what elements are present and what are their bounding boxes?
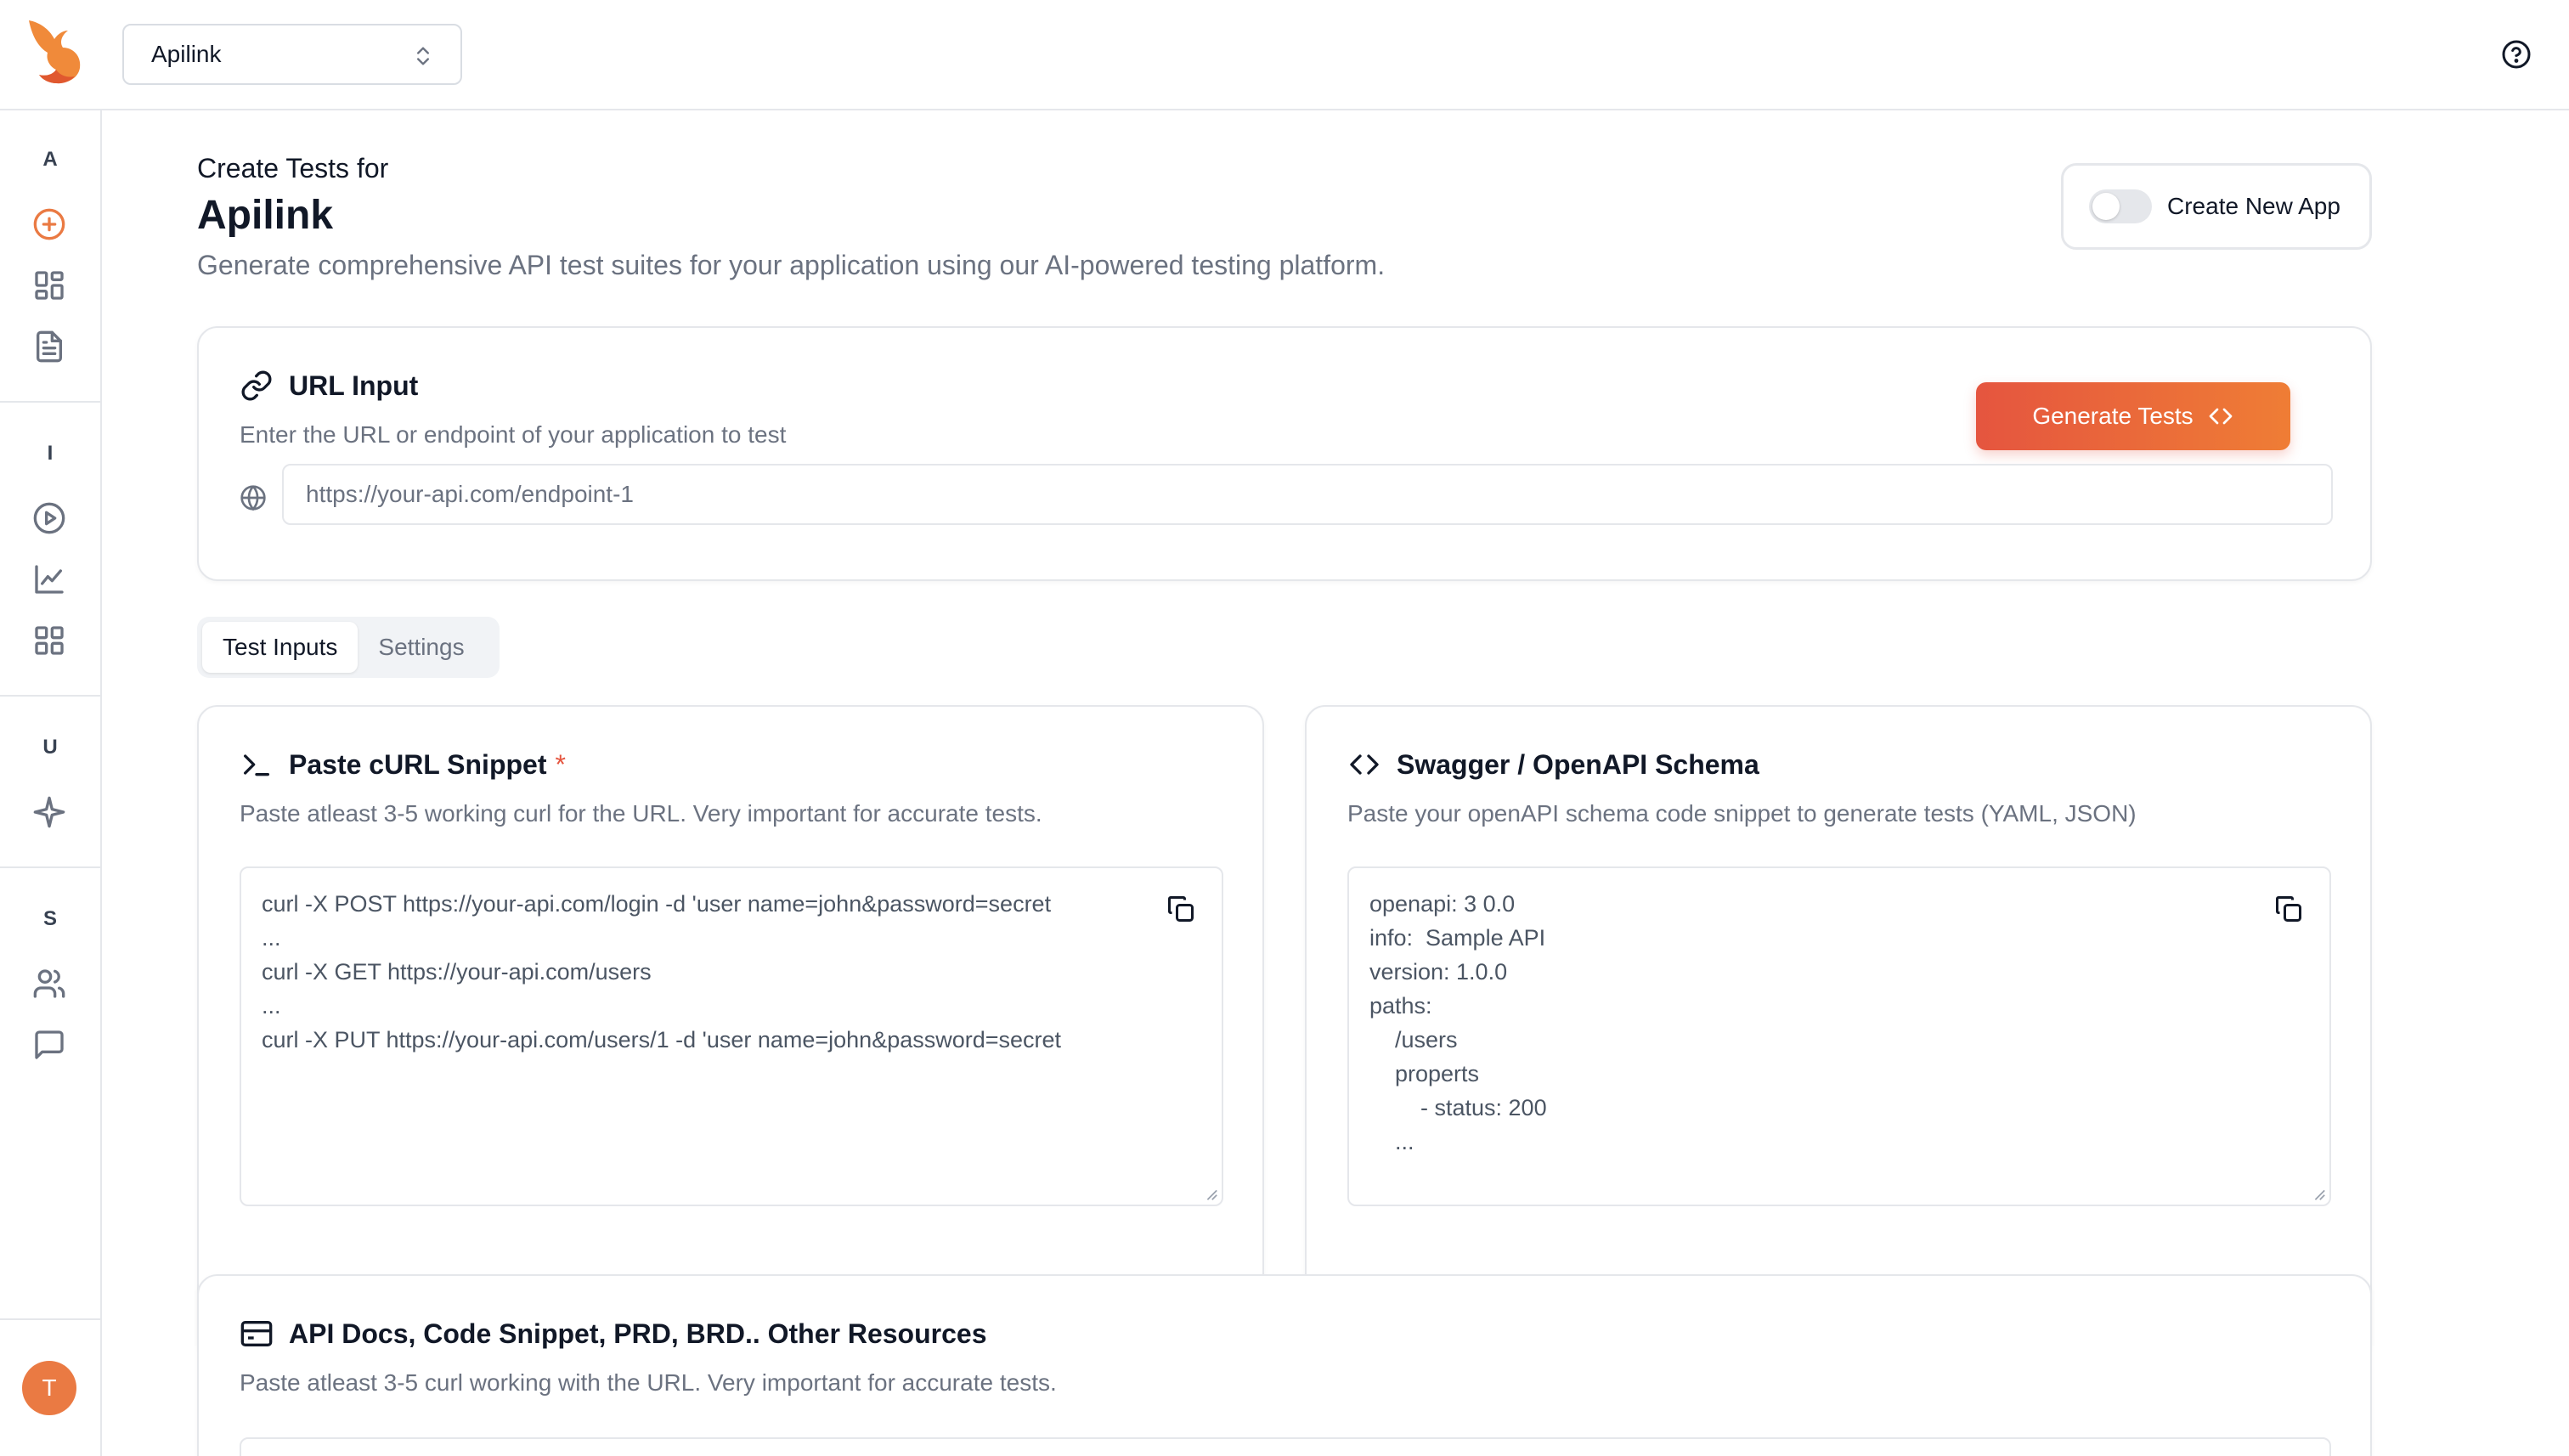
help-circle-icon[interactable] [2501,39,2532,70]
code-brackets-icon [2209,408,2233,425]
user-avatar[interactable]: T [22,1361,76,1415]
top-bar: Apilink [0,0,2569,110]
generate-tests-label: Generate Tests [2032,403,2194,429]
other-resources-card: API Docs, Code Snippet, PRD, BRD.. Other… [197,1274,2372,1456]
code-line: /users [1369,1027,1458,1052]
code-icon [1350,754,1379,775]
chat-icon[interactable] [32,1028,66,1062]
dashboard-icon[interactable] [32,268,66,302]
app-selector-value: Apilink [151,41,222,67]
sidebar-section-label: S [42,907,57,930]
code-line: properts [1369,1061,1480,1086]
code-line: info: Sample API [1369,925,1546,951]
curl-snippet-description: Paste atleast 3-5 working curl for the U… [240,800,1042,827]
generate-tests-button[interactable]: Generate Tests [1976,382,2290,450]
card-icon [240,1321,273,1346]
other-resources-textarea[interactable] [240,1437,2331,1456]
url-input-title-text: URL Input [289,370,419,401]
tab-settings[interactable]: Settings [358,622,484,673]
code-line: curl -X PUT https://your-api.com/users/1… [262,1027,1062,1052]
page-title: Apilink [197,193,334,238]
code-line: paths: [1369,993,1432,1019]
add-circle-icon[interactable] [32,207,66,241]
grid-icon[interactable] [32,624,66,657]
swagger-schema-description: Paste your openAPI schema code snippet t… [1347,800,2137,827]
other-resources-description: Paste atleast 3-5 curl working with the … [240,1369,1057,1396]
avatar-initial: T [42,1374,57,1401]
sidebar-divider [0,866,100,868]
swagger-schema-title-text: Swagger / OpenAPI Schema [1397,748,1759,780]
required-marker: * [555,748,566,780]
copy-icon[interactable] [1166,894,1196,924]
link-icon [241,370,272,401]
url-input-title: URL Input [240,369,418,403]
line-chart-icon[interactable] [32,562,66,596]
tab-test-inputs[interactable]: Test Inputs [202,622,359,673]
app-root: Apilink A I U S T Create Tests for Apili… [0,0,2569,1456]
curl-snippet-card: Paste cURL Snippet * Paste atleast 3-5 w… [197,705,1264,1359]
sidebar-divider [0,1318,100,1320]
users-icon[interactable] [32,967,66,1001]
play-circle-icon[interactable] [32,501,66,535]
terminal-icon [244,754,269,776]
chevron-up-down-icon [417,47,429,65]
app-selector[interactable]: Apilink [122,24,462,85]
sidebar-divider [0,695,100,697]
url-input-card: URL Input Enter the URL or endpoint of y… [197,326,2372,581]
document-icon[interactable] [32,330,66,364]
sidebar-section-label: U [42,736,58,759]
code-line: curl -X POST https://your-api.com/login … [262,891,1052,917]
code-line: ... [262,993,281,1019]
toggle-knob [2092,193,2120,220]
code-line: ... [262,925,281,951]
globe-icon [240,485,266,511]
sidebar-section-label: I [47,442,54,465]
sparkle-icon[interactable] [32,795,66,829]
swagger-schema-textarea[interactable]: openapi: 3 0.0 info: Sample API version:… [1347,866,2331,1206]
create-new-app-toggle[interactable] [2089,189,2152,223]
sidebar-divider [0,401,100,403]
code-line: version: 1.0.0 [1369,959,1508,985]
page-kicker: Create Tests for [197,153,389,183]
curl-snippet-title-text: Paste cURL Snippet [289,748,547,780]
code-line: - status: 200 [1369,1095,1547,1120]
resize-handle-icon[interactable] [2311,1186,2326,1201]
swagger-schema-card: Swagger / OpenAPI Schema Paste your open… [1305,705,2372,1359]
create-new-app-toggle-card[interactable]: Create New App [2061,163,2372,250]
create-new-app-label: Create New App [2167,193,2340,219]
swagger-schema-title: Swagger / OpenAPI Schema [1347,748,1759,782]
curl-snippet-title: Paste cURL Snippet * [240,748,566,782]
other-resources-title: API Docs, Code Snippet, PRD, BRD.. Other… [240,1317,986,1351]
sidebar: A I U S T [0,110,102,1456]
main-content: Create Tests for Apilink Generate compre… [102,110,2569,1456]
code-line: curl -X GET https://your-api.com/users [262,959,652,985]
code-line: openapi: 3 0.0 [1369,891,1516,917]
url-input[interactable] [282,464,2333,525]
other-resources-title-text: API Docs, Code Snippet, PRD, BRD.. Other… [289,1318,987,1349]
input-tabs: Test Inputs Settings [197,617,500,678]
page-subtitle: Generate comprehensive API test suites f… [197,250,1386,280]
rabbit-logo-icon[interactable] [24,19,85,85]
resize-handle-icon[interactable] [1203,1186,1218,1201]
copy-icon[interactable] [2273,894,2304,924]
curl-snippet-textarea[interactable]: curl -X POST https://your-api.com/login … [240,866,1223,1206]
url-input-description: Enter the URL or endpoint of your applic… [240,421,787,448]
code-line: ... [1369,1129,1414,1154]
sidebar-section-label: A [42,148,58,171]
